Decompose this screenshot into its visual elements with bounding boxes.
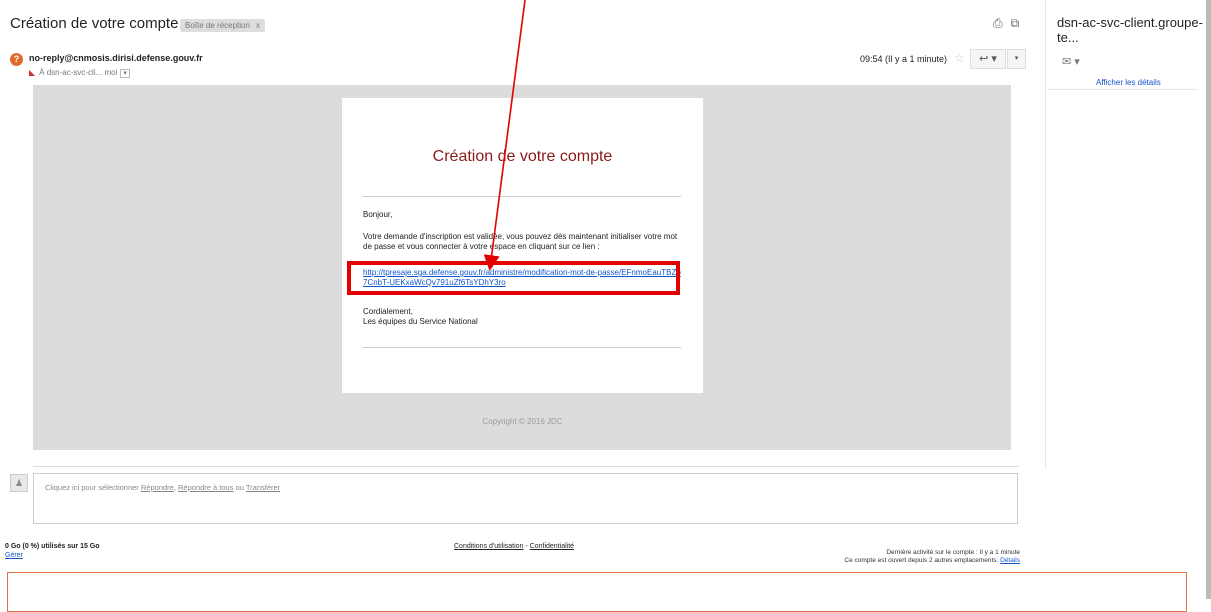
reply-all-link[interactable]: Répondre à tous [178, 483, 233, 492]
top-actions: ⎙ ⧉ [985, 16, 1019, 31]
reply-hint[interactable]: Cliquez ici pour sélectionner Répondre, … [45, 483, 280, 492]
sidebar-divider [1045, 0, 1046, 468]
account-activity: Dernière activité sur le compte : Il y a… [770, 549, 1020, 565]
open-locations-text: Ce compte est ouvert depuis 2 autres emp… [844, 557, 1001, 564]
activity-details-link[interactable]: Détails [1000, 557, 1020, 564]
signature-closing: Cordialement, [363, 307, 413, 316]
reply-divider [33, 466, 1019, 467]
annotation-box [7, 572, 1187, 612]
divider-top [362, 196, 681, 197]
user-avatar-icon: ♟ [10, 474, 28, 492]
divider-bottom [362, 347, 681, 348]
sidebar-contact-name: dsn-ac-svc-client.groupe-te... [1057, 15, 1203, 45]
open-locations: Ce compte est ouvert depuis 2 autres emp… [770, 557, 1020, 565]
more-actions-button[interactable]: ▾ [1007, 49, 1026, 69]
sidebar-separator [1047, 89, 1197, 90]
storage-usage: 0 Go (0 %) utilisés sur 15 Go [5, 543, 100, 550]
recipient-details-dropdown[interactable]: ▾ [120, 69, 130, 78]
recipient-line: ◣ À dsn-ac-svc-cli... moi ▾ [29, 68, 130, 78]
print-icon[interactable]: ⎙ [993, 16, 1003, 30]
reply-sep2: ou [233, 483, 246, 492]
message-time: 09:54 (Il y a 1 minute) [860, 54, 948, 64]
sender-avatar-icon: ? [10, 53, 23, 66]
show-details-link[interactable]: Afficher les détails [1096, 78, 1161, 87]
importance-flag-icon: ◣ [29, 68, 36, 77]
footer-links: Conditions d'utilisation - Confidentiali… [454, 543, 574, 550]
window-edge [1206, 0, 1211, 599]
sender-address[interactable]: no-reply@cnmosis.dirisi.defense.gouv.fr [29, 53, 203, 63]
email-body-text: Votre demande d'inscription est validée,… [363, 232, 678, 251]
mail-icon[interactable]: ✉ ▾ [1062, 55, 1080, 68]
recipient-text: À dsn-ac-svc-cli... moi [39, 68, 118, 77]
forward-link[interactable]: Transférer [246, 483, 280, 492]
star-icon[interactable]: ☆ [954, 51, 965, 65]
remove-label-icon[interactable]: x [256, 21, 260, 30]
email-subject: Création de votre compte [10, 15, 179, 32]
terms-link[interactable]: Conditions d'utilisation [454, 543, 523, 550]
inbox-label: Boîte de réception [185, 21, 250, 30]
reply-button[interactable]: ↩ ▾ [970, 49, 1006, 69]
signature-team: Les équipes du Service National [363, 317, 478, 326]
reply-hint-text: Cliquez ici pour sélectionner [45, 483, 141, 492]
privacy-link[interactable]: Confidentialité [530, 543, 574, 550]
email-greeting: Bonjour, [363, 210, 393, 219]
email-title: Création de votre compte [432, 148, 613, 165]
last-activity: Dernière activité sur le compte : Il y a… [886, 549, 1020, 556]
manage-storage-link[interactable]: Gérer [5, 552, 23, 559]
reply-link[interactable]: Répondre [141, 483, 174, 492]
new-window-icon[interactable]: ⧉ [1011, 16, 1020, 30]
reply-box[interactable] [33, 473, 1018, 524]
inbox-label-chip[interactable]: Boîte de réception x [180, 19, 265, 32]
copyright: Copyright © 2016 JDC [482, 417, 563, 426]
link-highlight-box [347, 261, 680, 295]
